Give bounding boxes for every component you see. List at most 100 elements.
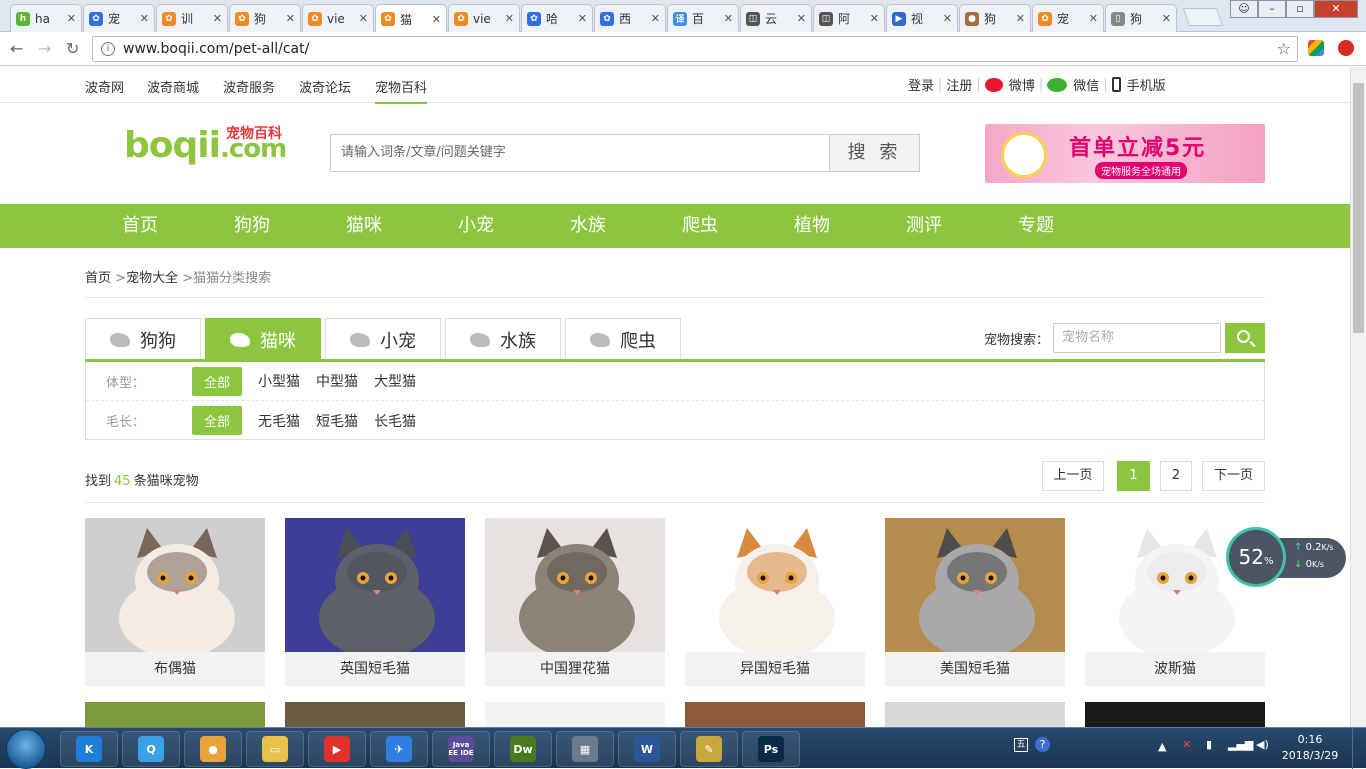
close-tab-icon[interactable]: ✕	[213, 12, 222, 25]
site-search-input[interactable]: 请输入词条/文章/问题关键字	[331, 135, 829, 171]
pet-card-next-row[interactable]	[685, 702, 865, 727]
main-nav-item[interactable]: 测评	[884, 204, 964, 248]
tray-expand-icon[interactable]: ▲	[1158, 740, 1166, 753]
maximize-button[interactable]: ▫	[1286, 0, 1314, 18]
close-tab-icon[interactable]: ✕	[943, 12, 952, 25]
filter-option-size[interactable]: 小型猫	[258, 367, 300, 395]
pet-card[interactable]: 中国狸花猫	[485, 518, 665, 686]
help-icon[interactable]: ?	[1035, 737, 1050, 752]
main-nav-item[interactable]: 首页	[100, 204, 180, 248]
breadcrumb-home[interactable]: 首页	[85, 271, 111, 286]
site-search-button[interactable]: 搜 索	[829, 135, 919, 171]
close-tab-icon[interactable]: ✕	[1089, 12, 1098, 25]
show-desktop-button[interactable]	[1352, 728, 1366, 769]
close-tab-icon[interactable]: ✕	[1016, 12, 1025, 25]
pet-card[interactable]: 布偶猫	[85, 518, 265, 686]
pet-name[interactable]: 英国短毛猫	[285, 652, 465, 686]
close-tab-icon[interactable]: ✕	[140, 12, 149, 25]
main-nav-item[interactable]: 水族	[548, 204, 628, 248]
filter-option-hair[interactable]: 无毛猫	[258, 407, 300, 435]
extension-icon[interactable]	[1308, 40, 1324, 56]
browser-tab[interactable]: h ha ✕	[10, 4, 82, 32]
pet-photo[interactable]	[885, 518, 1065, 652]
page-2-button[interactable]: 2	[1160, 461, 1192, 491]
start-button[interactable]	[6, 729, 46, 769]
pet-photo[interactable]	[685, 518, 865, 652]
usb-icon[interactable]: ▮	[1206, 738, 1212, 751]
taskbar-app-button[interactable]: Q	[122, 731, 180, 767]
close-tab-icon[interactable]: ✕	[505, 12, 514, 25]
close-tab-icon[interactable]: ✕	[724, 12, 733, 25]
close-tab-icon[interactable]: ✕	[651, 12, 660, 25]
browser-tab[interactable]: ✿ vie ✕	[448, 4, 520, 32]
network-error-icon[interactable]: ✕	[1182, 738, 1191, 751]
pet-card-next-row[interactable]	[285, 702, 465, 727]
main-nav-item[interactable]: 专题	[996, 204, 1076, 248]
register-link[interactable]: 注册	[946, 75, 972, 94]
taskbar-app-button[interactable]: K	[60, 731, 118, 767]
taskbar-app-button[interactable]: ✈	[370, 731, 428, 767]
taskbar-app-button[interactable]: ✎	[680, 731, 738, 767]
pet-card[interactable]: 美国短毛猫	[885, 518, 1065, 686]
pet-card-next-row[interactable]	[85, 702, 265, 727]
topbar-link-encyclopedia[interactable]: 宠物百科	[375, 77, 428, 104]
browser-tab[interactable]: 译百 ✕	[667, 4, 739, 32]
main-nav-item[interactable]: 猫咪	[324, 204, 404, 248]
pet-photo[interactable]	[285, 518, 465, 652]
close-tab-icon[interactable]: ✕	[870, 12, 879, 25]
main-nav-item[interactable]: 植物	[772, 204, 852, 248]
close-tab-icon[interactable]: ✕	[432, 13, 441, 26]
reload-button[interactable]: ↻	[66, 39, 79, 58]
user-button[interactable]: ☺	[1230, 0, 1258, 18]
system-clock[interactable]: 0:16 2018/3/29	[1280, 732, 1340, 764]
pet-name[interactable]: 布偶猫	[85, 652, 265, 686]
prev-page-button[interactable]: 上一页	[1042, 461, 1104, 491]
category-tab[interactable]: 狗狗	[85, 318, 201, 360]
main-nav-item[interactable]: 狗狗	[212, 204, 292, 248]
browser-tab[interactable]: ✿ 宠 ✕	[1032, 4, 1104, 32]
browser-tab[interactable]: ▯ 狗 ✕	[1105, 4, 1177, 32]
browser-tab[interactable]: ● 狗 ✕	[959, 4, 1031, 32]
pet-photo[interactable]	[85, 518, 265, 652]
topbar-link-forum[interactable]: 波奇论坛	[299, 77, 351, 96]
taskbar-app-button[interactable]: Ps	[742, 731, 800, 767]
filter-option-hair[interactable]: 长毛猫	[374, 407, 416, 435]
topbar-link-mall[interactable]: 波奇商城	[147, 77, 199, 96]
browser-tab[interactable]: ✿ 哈 ✕	[521, 4, 593, 32]
site-logo[interactable]: boqii.com 宠物百科	[124, 125, 287, 175]
info-icon[interactable]: i	[101, 42, 115, 56]
close-tab-icon[interactable]: ✕	[67, 12, 76, 25]
back-button[interactable]: ←	[10, 39, 23, 58]
browser-tab[interactable]: ▶ 视 ✕	[886, 4, 958, 32]
category-tab[interactable]: 水族	[445, 318, 561, 360]
topbar-link-service[interactable]: 波奇服务	[223, 77, 275, 96]
next-page-button[interactable]: 下一页	[1202, 461, 1265, 491]
main-nav-item[interactable]: 爬虫	[660, 204, 740, 248]
taskbar-app-button[interactable]: W	[618, 731, 676, 767]
category-tab[interactable]: 爬虫	[565, 318, 681, 360]
taskbar-app-button[interactable]: ▶	[308, 731, 366, 767]
pet-name[interactable]: 异国短毛猫	[685, 652, 865, 686]
minimize-button[interactable]: –	[1258, 0, 1286, 18]
mobile-link[interactable]: 手机版	[1127, 75, 1166, 94]
pet-card-next-row[interactable]	[1085, 702, 1265, 727]
browser-tab[interactable]: ✿ 宠 ✕	[83, 4, 155, 32]
netspeed-widget[interactable]: ↑ 0.2K/s ↓ 0K/s 52%	[1226, 527, 1346, 589]
browser-tab[interactable]: ✿ 狗 ✕	[229, 4, 301, 32]
taskbar-app-button[interactable]: ●	[184, 731, 242, 767]
browser-tab[interactable]: ✿ 猫 ✕	[375, 4, 447, 33]
filter-option-size[interactable]: 中型猫	[316, 367, 358, 395]
weibo-link[interactable]: 微博	[1009, 75, 1035, 94]
category-tab[interactable]: 小宠	[325, 318, 441, 360]
browser-tab[interactable]: ◫ 阿 ✕	[813, 4, 885, 32]
pet-card[interactable]: 英国短毛猫	[285, 518, 465, 686]
pet-card-next-row[interactable]	[885, 702, 1065, 727]
page-1-button[interactable]: 1	[1117, 461, 1150, 491]
bookmark-star-icon[interactable]: ☆	[1277, 39, 1291, 58]
scrollbar-thumb[interactable]	[1353, 83, 1364, 333]
browser-tab[interactable]: ◫ 云 ✕	[740, 4, 812, 32]
filter-option-size[interactable]: 大型猫	[374, 367, 416, 395]
taskbar-app-button[interactable]: ▦	[556, 731, 614, 767]
topbar-link-boqii[interactable]: 波奇网	[85, 77, 124, 96]
taskbar-app-button[interactable]: Dw	[494, 731, 552, 767]
